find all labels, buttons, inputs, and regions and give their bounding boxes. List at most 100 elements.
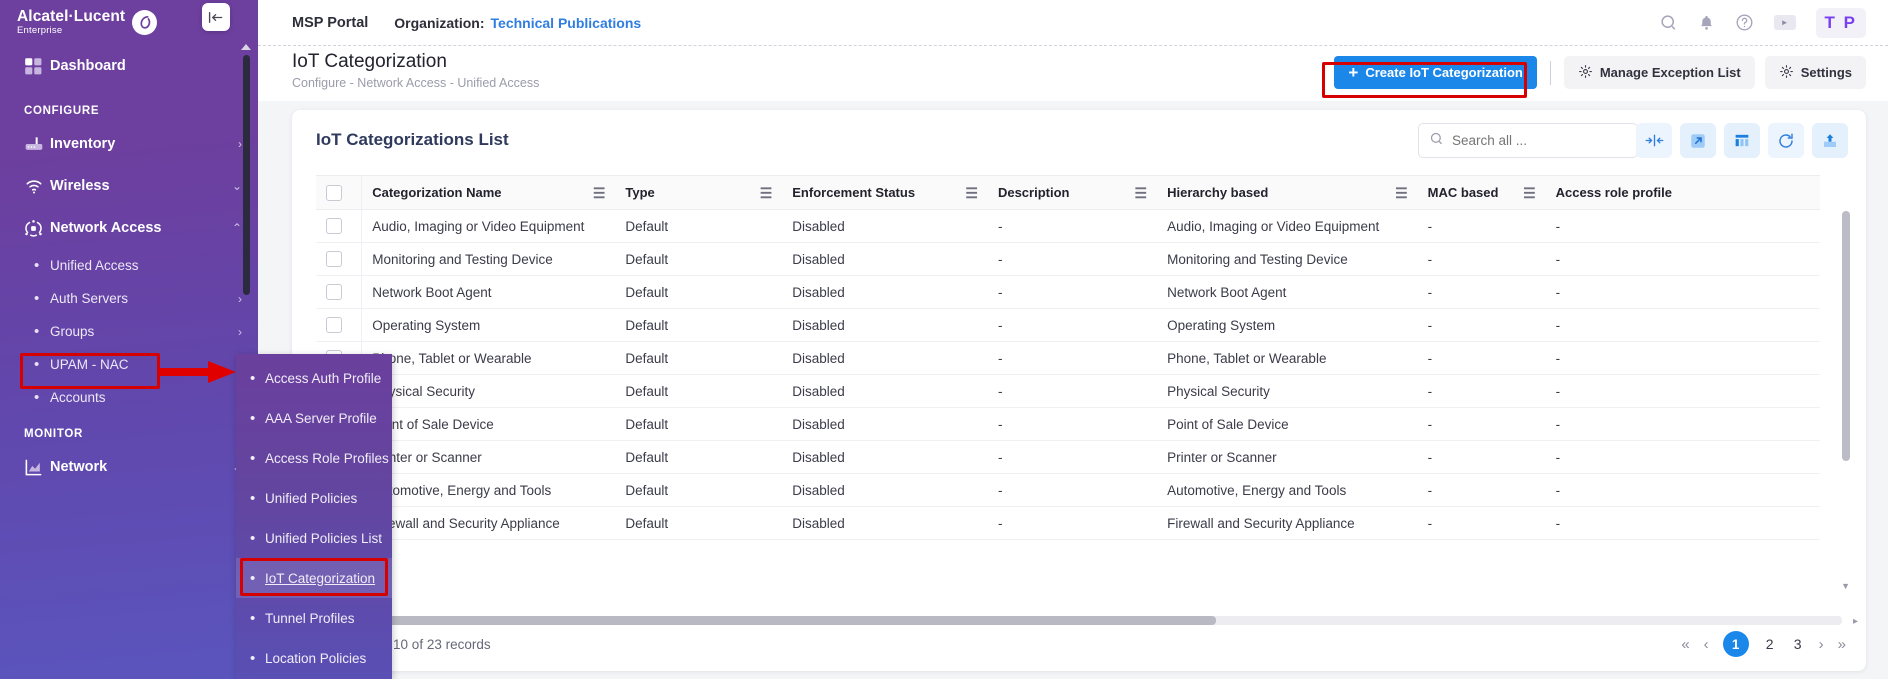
- column-menu-icon[interactable]: ☰: [965, 186, 978, 200]
- chevron-right-icon: ›: [238, 324, 242, 339]
- flyout-item-aaa-server-profile[interactable]: • AAA Server Profile: [236, 398, 392, 438]
- cell-description: -: [987, 374, 1158, 408]
- sidebar-scrollbar[interactable]: [243, 55, 250, 295]
- cell-name: Point of Sale Device: [361, 407, 616, 441]
- expand-icon[interactable]: [1680, 123, 1716, 158]
- column-header-access-role-profile[interactable]: Access role profile: [1545, 175, 1820, 210]
- export-upload-icon[interactable]: [1812, 123, 1848, 158]
- collapse-sidebar-button[interactable]: [202, 3, 230, 31]
- bullet-icon: •: [250, 489, 256, 507]
- pagination-prev[interactable]: ‹: [1704, 636, 1709, 653]
- search-box[interactable]: [1418, 123, 1638, 158]
- pagination-next[interactable]: ›: [1819, 636, 1824, 653]
- cell-hierarchy: Point of Sale Device: [1157, 407, 1418, 441]
- header-label: Description: [997, 185, 1070, 200]
- search-input[interactable]: [1452, 133, 1612, 148]
- search-icon[interactable]: [1659, 13, 1678, 32]
- table-row[interactable]: Physical Security Default Disabled - Physica…: [316, 374, 1820, 408]
- sidebar-item-dashboard[interactable]: Dashboard: [0, 45, 258, 87]
- cell-description: -: [987, 407, 1158, 441]
- avatar[interactable]: T P: [1815, 7, 1866, 38]
- sidebar-subitem-groups[interactable]: • Groups ›: [0, 315, 258, 348]
- manage-exception-list-button[interactable]: Manage Exception List: [1563, 56, 1755, 89]
- sidebar-subitem-unified-access[interactable]: • Unified Access: [0, 249, 258, 282]
- column-header-hierarchy-based[interactable]: Hierarchy based ☰: [1157, 175, 1418, 210]
- column-menu-icon[interactable]: ☰: [760, 186, 773, 200]
- organization-value[interactable]: Technical Publications: [491, 15, 642, 31]
- column-header-enforcement-status[interactable]: Enforcement Status ☰: [782, 175, 988, 210]
- help-icon[interactable]: [1735, 13, 1754, 32]
- sidebar-item-wireless[interactable]: Wireless ⌄: [0, 165, 258, 207]
- table-row[interactable]: Network Boot Agent Default Disabled - Networ…: [316, 275, 1820, 309]
- table-footer: Showing 1 - 10 of 23 records « ‹ 1 2 3 ›…: [316, 629, 1848, 663]
- flyout-item-unified-policies[interactable]: • Unified Policies: [236, 478, 392, 518]
- column-header-mac-based[interactable]: MAC based ☰: [1417, 175, 1546, 210]
- horizontal-scrollbar[interactable]: [316, 616, 1842, 625]
- bell-icon[interactable]: [1698, 14, 1715, 32]
- bullet-icon: •: [34, 389, 40, 406]
- table-row[interactable]: Point of Sale Device Default Disabled - Poin…: [316, 407, 1820, 441]
- table-row[interactable]: Firewall and Security Appliance Default Di…: [316, 506, 1820, 540]
- column-header-type[interactable]: Type ☰: [615, 175, 783, 210]
- sidebar-scroll-up-arrow[interactable]: [241, 44, 251, 50]
- row-checkbox[interactable]: [326, 317, 342, 333]
- vertical-scroll-thumb[interactable]: [1842, 211, 1850, 461]
- table-row[interactable]: Printer or Scanner Default Disabled - Printe…: [316, 440, 1820, 474]
- refresh-icon[interactable]: [1768, 123, 1804, 158]
- sidebar-subitem-auth-servers[interactable]: • Auth Servers ›: [0, 282, 258, 315]
- cell-access-role: -: [1545, 341, 1820, 375]
- flyout-item-location-policies[interactable]: • Location Policies: [236, 638, 392, 678]
- flyout-item-access-role-profiles[interactable]: • Access Role Profiles: [236, 438, 392, 478]
- network-monitor-icon: [24, 458, 50, 477]
- play-video-icon[interactable]: ►: [1773, 15, 1796, 30]
- header-label: Categorization Name: [372, 185, 502, 200]
- row-select-cell: [316, 275, 363, 309]
- bullet-icon: •: [34, 257, 40, 274]
- gear-icon: [1779, 64, 1794, 82]
- scroll-right-arrow[interactable]: ▸: [1853, 616, 1858, 627]
- scroll-down-arrow[interactable]: ▼: [1841, 581, 1850, 591]
- flyout-item-label: AAA Server Profile: [265, 410, 377, 426]
- vertical-scrollbar[interactable]: [1842, 209, 1850, 593]
- row-checkbox[interactable]: [326, 284, 342, 300]
- column-menu-icon[interactable]: ☰: [1135, 186, 1148, 200]
- table-row[interactable]: Operating System Default Disabled - Operatin…: [316, 308, 1820, 342]
- fit-columns-icon[interactable]: [1636, 123, 1672, 158]
- sidebar-item-network-access[interactable]: Network Access ⌃: [0, 207, 258, 249]
- pagination-last[interactable]: »: [1838, 636, 1846, 653]
- cell-status: Disabled: [782, 275, 988, 309]
- sidebar-item-label: Wireless: [50, 178, 110, 194]
- flyout-item-tunnel-profiles[interactable]: • Tunnel Profiles: [236, 598, 392, 638]
- table-row[interactable]: Automotive, Energy and Tools Default Disab…: [316, 473, 1820, 507]
- table-row[interactable]: Audio, Imaging or Video Equipment Default…: [316, 209, 1820, 243]
- flyout-item-access-auth-profile[interactable]: • Access Auth Profile: [236, 358, 392, 398]
- pagination-page-2[interactable]: 2: [1763, 636, 1777, 652]
- sidebar-item-inventory[interactable]: Inventory ›: [0, 123, 258, 165]
- create-iot-categorization-button[interactable]: + Create IoT Categorization: [1334, 56, 1537, 89]
- row-checkbox[interactable]: [326, 251, 342, 267]
- sidebar-item-network[interactable]: Network ⌄: [0, 446, 258, 488]
- cell-type: Default: [615, 473, 783, 507]
- app-root: MSP Portal Organization: Technical Publi…: [0, 0, 1888, 679]
- column-menu-icon[interactable]: ☰: [1395, 186, 1408, 200]
- table-row[interactable]: Phone, Tablet or Wearable Default Disabled…: [316, 341, 1820, 375]
- flyout-item-iot-categorization[interactable]: • IoT Categorization: [236, 558, 392, 598]
- pagination-page-1[interactable]: 1: [1722, 631, 1749, 657]
- column-header-description[interactable]: Description ☰: [987, 175, 1158, 210]
- horizontal-scroll-thumb[interactable]: [316, 616, 1216, 625]
- cell-description: -: [987, 242, 1158, 276]
- columns-icon[interactable]: [1724, 123, 1760, 158]
- msp-portal-label[interactable]: MSP Portal: [292, 15, 368, 31]
- column-header-categorization-name[interactable]: Categorization Name ☰: [361, 175, 616, 210]
- settings-button[interactable]: Settings: [1764, 56, 1866, 89]
- column-menu-icon[interactable]: ☰: [593, 186, 606, 200]
- pagination-page-3[interactable]: 3: [1791, 636, 1805, 652]
- column-menu-icon[interactable]: ☰: [1523, 186, 1536, 200]
- table-row[interactable]: Monitoring and Testing Device Default Disa…: [316, 242, 1820, 276]
- row-checkbox[interactable]: [326, 218, 342, 234]
- pagination-first[interactable]: «: [1681, 636, 1689, 653]
- sidebar-item-label: Dashboard: [50, 58, 126, 74]
- flyout-item-unified-policies-list[interactable]: • Unified Policies List: [236, 518, 392, 558]
- select-all-checkbox[interactable]: [326, 184, 342, 201]
- search-icon: [1429, 131, 1444, 151]
